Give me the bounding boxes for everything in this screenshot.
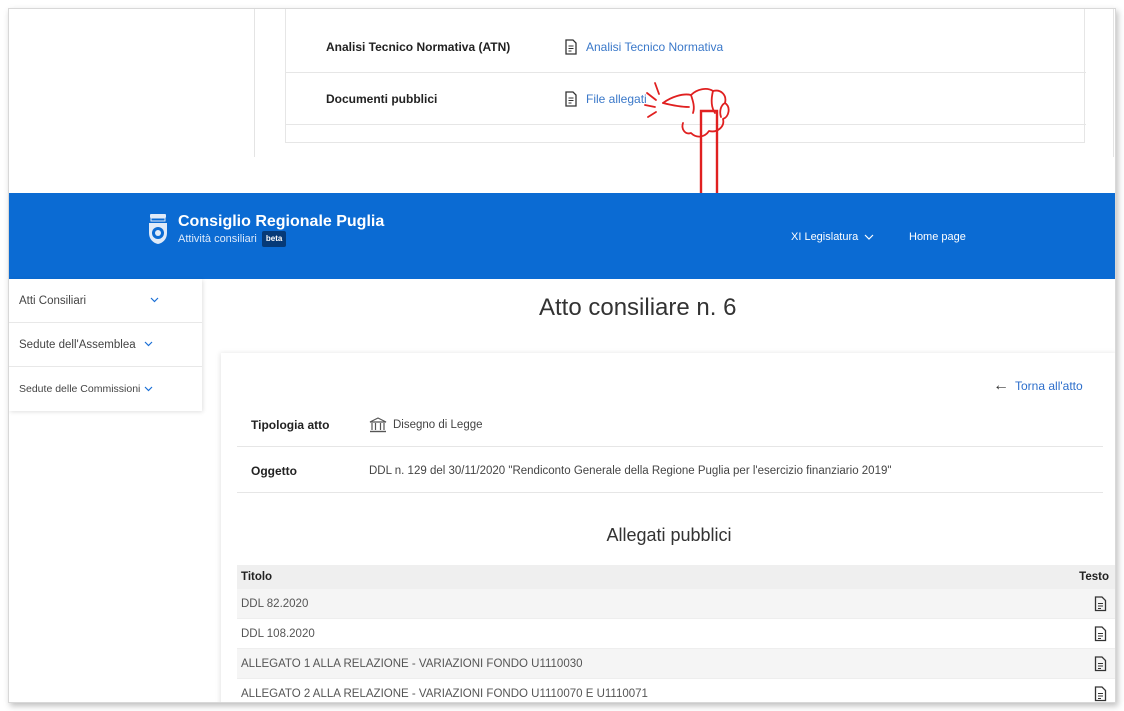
file-icon xyxy=(565,38,577,55)
arrow-left-icon: ← xyxy=(993,377,1009,394)
sidebar-item-sedute-assemblea[interactable]: Sedute dell'Assemblea xyxy=(9,323,202,367)
screenshot-frame: Analisi Tecnico Normativa (ATN) Analisi … xyxy=(8,8,1116,703)
attachments-table: Titolo Testo DDL 82.2020 DDL 108.2020 AL… xyxy=(237,565,1115,702)
atn-link[interactable]: Analisi Tecnico Normativa xyxy=(564,38,723,55)
atn-link-label[interactable]: Analisi Tecnico Normativa xyxy=(586,40,723,54)
snippet-label: Documenti pubblici xyxy=(326,91,438,106)
back-link-label[interactable]: Torna all'atto xyxy=(1015,379,1083,393)
brand[interactable]: Consiglio Regionale Puglia Attività cons… xyxy=(147,213,384,247)
site-title[interactable]: Consiglio Regionale Puglia xyxy=(178,213,384,231)
back-to-act-link[interactable]: ← Torna all'atto xyxy=(993,377,1083,395)
snippet-row-atn: Analisi Tecnico Normativa (ATN) Analisi … xyxy=(286,21,1086,73)
site-header: Consiglio Regionale Puglia Attività cons… xyxy=(9,193,1115,279)
brand-text: Consiglio Regionale Puglia Attività cons… xyxy=(178,213,384,247)
regional-crest-icon xyxy=(149,214,167,244)
table-row: DDL 82.2020 xyxy=(237,589,1115,619)
legislatura-dropdown[interactable]: XI Legislatura xyxy=(791,231,874,243)
row-title: ALLEGATO 1 ALLA RELAZIONE - VARIAZIONI F… xyxy=(241,657,583,670)
legislatura-label[interactable]: XI Legislatura xyxy=(791,231,858,243)
row-title: DDL 108.2020 xyxy=(241,627,315,640)
tipologia-value: Disegno di Legge xyxy=(369,416,483,433)
tipologia-row: Tipologia atto Disegno di Legge xyxy=(237,403,1103,447)
chevron-down-icon xyxy=(864,234,874,240)
file-icon xyxy=(565,90,577,107)
chevron-down-icon xyxy=(144,339,153,350)
beta-badge: beta xyxy=(261,231,287,247)
oggetto-label: Oggetto xyxy=(251,463,297,478)
sidebar-item-sedute-commissioni[interactable]: Sedute delle Commissioni xyxy=(9,367,202,411)
chevron-down-icon xyxy=(150,295,159,306)
sidebar: Atti Consiliari Sedute dell'Assemblea Se… xyxy=(9,279,202,411)
file-allegati-label[interactable]: File allegati xyxy=(586,92,647,106)
row-title: ALLEGATO 2 ALLA RELAZIONE - VARIAZIONI F… xyxy=(241,687,648,700)
sidebar-item-label: Sedute dell'Assemblea xyxy=(19,338,136,351)
tipologia-text: Disegno di Legge xyxy=(393,418,483,431)
table-header: Titolo Testo xyxy=(237,565,1115,589)
section-title: Allegati pubblici xyxy=(606,525,732,545)
sidebar-item-atti-consiliari[interactable]: Atti Consiliari xyxy=(9,279,202,323)
table-row: ALLEGATO 1 ALLA RELAZIONE - VARIAZIONI F… xyxy=(237,649,1115,679)
site-subtitle-text: Attività consiliari xyxy=(178,233,257,245)
page-title: Atto consiliare n. 6 xyxy=(539,294,737,321)
file-icon[interactable] xyxy=(1094,625,1107,642)
col-text: Testo xyxy=(1079,571,1109,583)
sidebar-item-label: Atti Consiliari xyxy=(19,294,87,307)
table-row: DDL 108.2020 xyxy=(237,619,1115,649)
col-title: Titolo xyxy=(241,571,273,583)
oggetto-value: DDL n. 129 del 30/11/2020 "Rendiconto Ge… xyxy=(369,464,892,477)
chevron-down-icon xyxy=(144,384,153,395)
home-page-link[interactable]: Home page xyxy=(909,231,966,243)
snippet-label: Analisi Tecnico Normativa (ATN) xyxy=(326,39,511,54)
file-icon[interactable] xyxy=(1094,655,1107,672)
sidebar-item-label: Sedute delle Commissioni xyxy=(19,383,141,395)
site-subtitle: Attività consiliari beta xyxy=(178,231,384,247)
oggetto-row: Oggetto DDL n. 129 del 30/11/2020 "Rendi… xyxy=(237,449,1103,493)
file-icon[interactable] xyxy=(1094,595,1107,612)
file-allegati-link[interactable]: File allegati xyxy=(564,90,647,107)
table-row: ALLEGATO 2 ALLA RELAZIONE - VARIAZIONI F… xyxy=(237,679,1115,702)
main-content: ← Torna all'atto Tipologia atto Disegno … xyxy=(221,353,1115,702)
institution-icon xyxy=(369,416,387,432)
row-title: DDL 82.2020 xyxy=(241,597,309,610)
tipologia-label: Tipologia atto xyxy=(251,417,330,432)
file-icon[interactable] xyxy=(1094,685,1107,702)
